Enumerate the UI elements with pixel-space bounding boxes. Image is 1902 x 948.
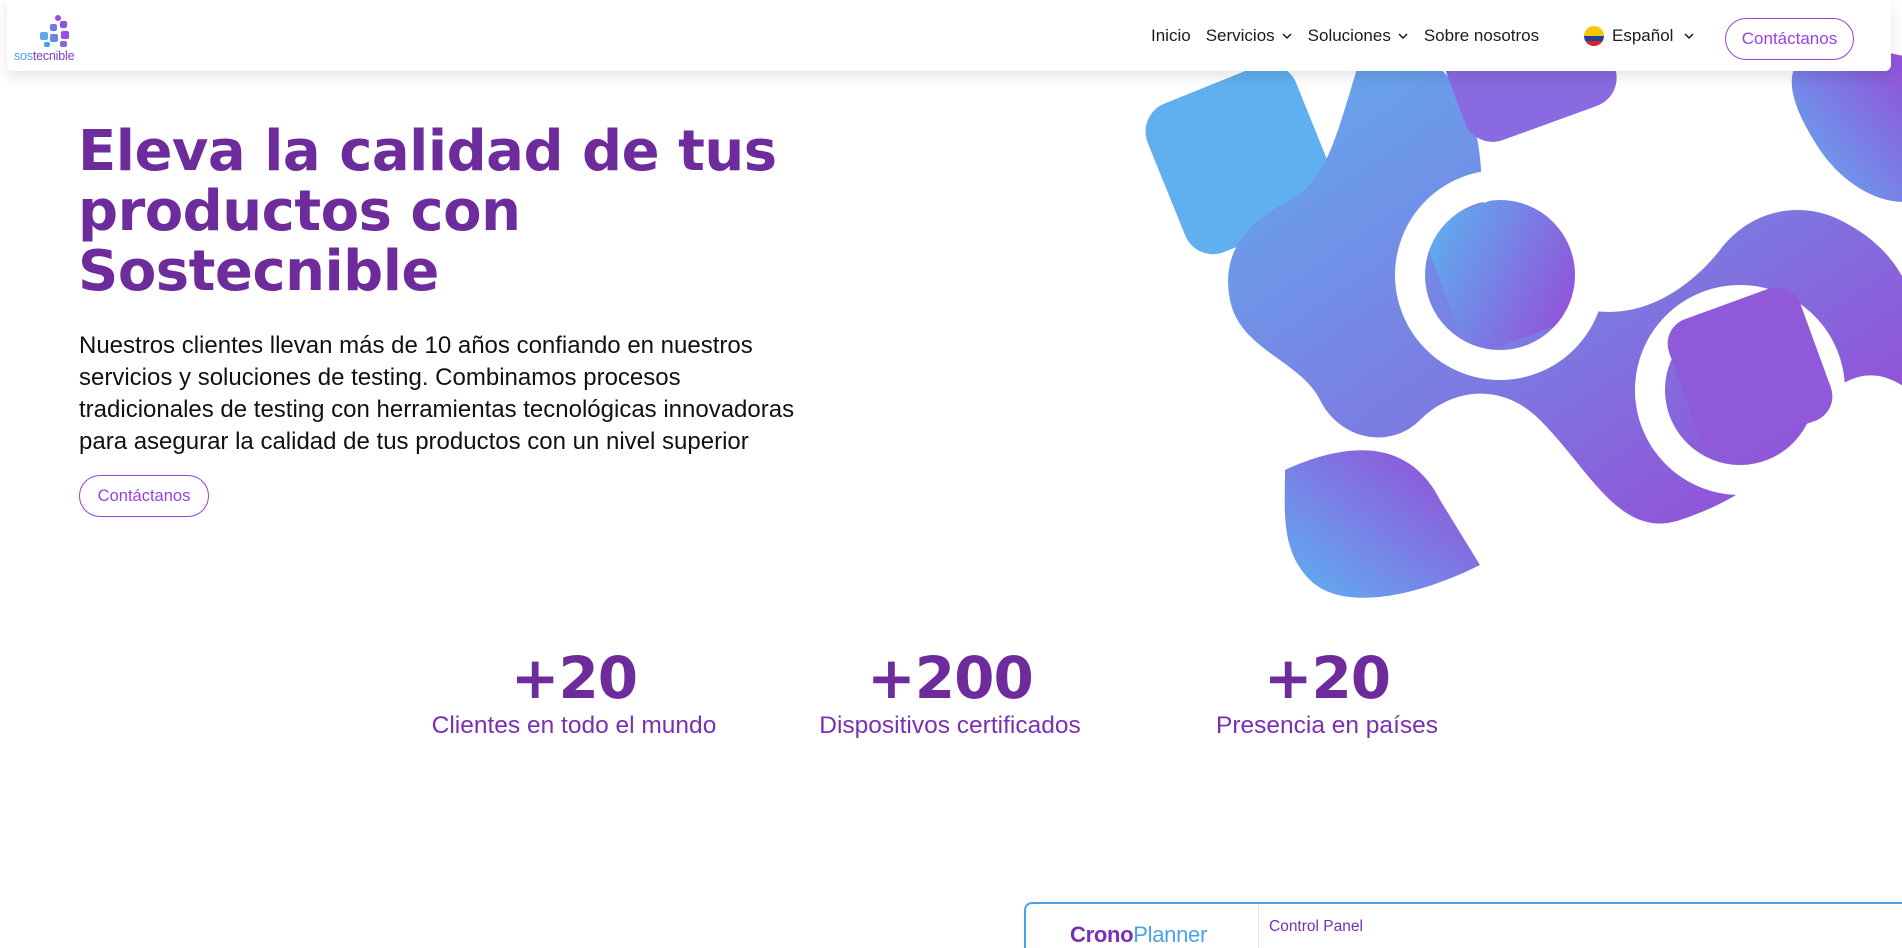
logo-wordmark: sostecnible xyxy=(14,49,75,63)
top-navbar: sostecnible Inicio Servicios Soluciones … xyxy=(7,0,1891,71)
hero-title-line: productos con xyxy=(78,179,521,244)
nav-item-soluciones[interactable]: Soluciones xyxy=(1308,26,1409,46)
hero-title-line: Sostecnible xyxy=(78,239,439,304)
stat-label: Clientes en todo el mundo xyxy=(431,712,717,739)
stat-countries: +20 Presencia en países xyxy=(1177,645,1477,741)
chevron-down-icon xyxy=(1282,32,1292,39)
hero-description-line: para asegurar la calidad de tus producto… xyxy=(79,428,749,455)
cronoplanner-preview: CronoPlanner Control Panel xyxy=(1024,902,1902,948)
stat-value: +20 xyxy=(510,644,638,712)
hero-description-line: Nuestros clientes llevan más de 10 años … xyxy=(79,332,753,359)
hero-description: Nuestros clientes llevan más de 10 años … xyxy=(79,330,879,458)
preview-panel-title: Control Panel xyxy=(1269,918,1363,935)
nav-item-servicios[interactable]: Servicios xyxy=(1206,26,1293,46)
stat-clients: +20 Clientes en todo el mundo xyxy=(424,645,724,741)
chevron-down-icon xyxy=(1684,32,1694,39)
nav-item-label: Soluciones xyxy=(1307,25,1391,45)
nav-item-label: Servicios xyxy=(1205,25,1275,45)
hero-description-line: servicios y soluciones de testing. Combi… xyxy=(79,364,681,391)
cronoplanner-logo: CronoPlanner xyxy=(1070,922,1207,947)
preview-sidebar: CronoPlanner xyxy=(1026,904,1259,948)
colombia-flag-icon xyxy=(1584,25,1604,46)
nav-item-label: Inicio xyxy=(1151,25,1191,45)
stat-label: Dispositivos certificados xyxy=(819,712,1081,739)
hero-contact-button[interactable]: Contáctanos xyxy=(79,475,209,517)
nav-item-sobre-nosotros[interactable]: Sobre nosotros xyxy=(1424,26,1539,46)
hero-title: Eleva la calidad de tus productos con So… xyxy=(78,122,798,302)
nav-item-label: Sobre nosotros xyxy=(1423,25,1540,45)
stat-devices: +200 Dispositivos certificados xyxy=(800,645,1100,741)
chevron-down-icon xyxy=(1398,32,1408,39)
language-selector[interactable]: Español xyxy=(1584,0,1695,71)
nav-item-inicio[interactable]: Inicio xyxy=(1151,26,1191,46)
hero-illustration xyxy=(1120,0,1902,610)
language-label: Español xyxy=(1612,25,1674,45)
stat-label: Presencia en países xyxy=(1216,712,1438,739)
stat-value: +200 xyxy=(867,644,1034,712)
brand-logo[interactable]: sostecnible xyxy=(14,14,94,66)
hero-title-line: Eleva la calidad de tus xyxy=(78,119,777,184)
logo-mark-icon xyxy=(40,15,69,47)
contact-button[interactable]: Contáctanos xyxy=(1725,18,1854,60)
hero-description-line: tradicionales de testing con herramienta… xyxy=(79,396,795,423)
stat-value: +20 xyxy=(1263,644,1391,712)
main-nav: Inicio Servicios Soluciones Sobre nosotr… xyxy=(1151,0,1539,71)
